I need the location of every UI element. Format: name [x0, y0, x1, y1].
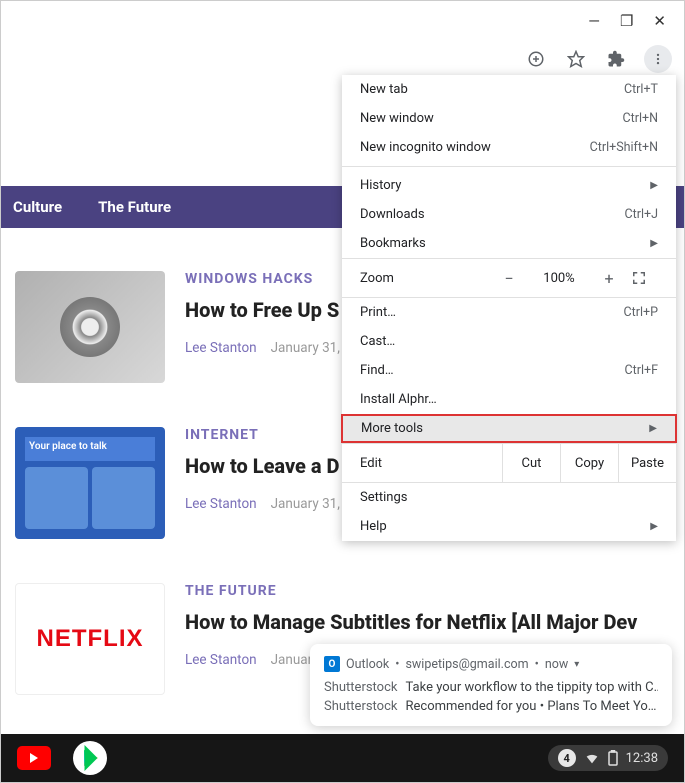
chrome-overflow-menu: New tabCtrl+T New windowCtrl+N New incog… [342, 75, 676, 541]
menu-cast[interactable]: Cast… [342, 327, 676, 356]
bookmark-star-icon[interactable] [564, 47, 588, 71]
menu-downloads[interactable]: DownloadsCtrl+J [342, 200, 676, 229]
cut-button[interactable]: Cut [502, 444, 560, 482]
notif-source: Shutterstock [324, 699, 398, 714]
fullscreen-icon[interactable] [632, 271, 676, 285]
maximize-button[interactable]: ❐ [620, 12, 633, 30]
notif-source: Shutterstock [324, 680, 398, 695]
notif-time: now [545, 657, 568, 672]
play-store-icon[interactable] [73, 741, 107, 775]
notif-email: swipetips@gmail.com [405, 657, 528, 672]
menu-more-tools[interactable]: More tools▶ [341, 414, 677, 443]
notif-message: Recommended for you • Plans To Meet Yo… [406, 699, 657, 714]
chevron-right-icon: ▶ [650, 180, 658, 191]
article-author[interactable]: Lee Stanton [185, 496, 257, 512]
copy-button[interactable]: Copy [560, 444, 618, 482]
minimize-button[interactable]: — [588, 12, 600, 30]
add-page-icon[interactable] [524, 47, 548, 71]
article-thumbnail[interactable] [15, 427, 165, 539]
chevron-down-icon[interactable]: ▾ [574, 659, 579, 670]
youtube-icon[interactable] [17, 746, 51, 770]
zoom-in-button[interactable]: + [586, 269, 632, 288]
menu-history[interactable]: History▶ [342, 171, 676, 200]
edit-label: Edit [342, 456, 502, 471]
menu-new-incognito[interactable]: New incognito windowCtrl+Shift+N [342, 133, 676, 162]
chevron-right-icon: ▶ [649, 423, 657, 434]
zoom-out-button[interactable]: − [486, 269, 532, 288]
menu-install[interactable]: Install Alphr… [342, 385, 676, 414]
menu-zoom-row: Zoom − 100% + [342, 258, 676, 298]
article-author[interactable]: Lee Stanton [185, 340, 257, 356]
menu-find[interactable]: Find…Ctrl+F [342, 356, 676, 385]
menu-edit-row: Edit Cut Copy Paste [342, 443, 676, 483]
menu-help[interactable]: Help▶ [342, 512, 676, 541]
article-date: Januar [271, 652, 313, 668]
chevron-right-icon: ▶ [650, 238, 658, 249]
article-thumbnail[interactable] [15, 271, 165, 383]
wifi-icon [584, 750, 600, 766]
nav-future[interactable]: The Future [98, 198, 171, 216]
menu-new-window[interactable]: New windowCtrl+N [342, 104, 676, 133]
battery-icon [608, 750, 618, 766]
article-category[interactable]: THE FUTURE [185, 583, 670, 599]
zoom-label: Zoom [342, 271, 486, 286]
notification-count-badge: 4 [558, 749, 576, 767]
chrome-menu-button[interactable] [644, 45, 672, 73]
notification-card[interactable]: O Outlook • swipetips@gmail.com • now ▾ … [310, 644, 672, 726]
nav-culture[interactable]: Culture [13, 198, 62, 216]
close-button[interactable]: ✕ [653, 12, 666, 30]
shelf: 4 12:38 [1, 734, 684, 782]
menu-separator [342, 166, 676, 167]
zoom-value: 100% [532, 271, 586, 286]
chevron-right-icon: ▶ [650, 521, 658, 532]
extensions-icon[interactable] [604, 47, 628, 71]
article-thumbnail[interactable] [15, 583, 165, 695]
article-title[interactable]: How to Manage Subtitles for Netflix [All… [185, 609, 670, 636]
outlook-icon: O [324, 656, 340, 672]
clock-time: 12:38 [626, 751, 658, 766]
menu-new-tab[interactable]: New tabCtrl+T [342, 75, 676, 104]
menu-bookmarks[interactable]: Bookmarks▶ [342, 229, 676, 258]
notif-app: Outlook [346, 657, 389, 672]
menu-settings[interactable]: Settings [342, 483, 676, 512]
notif-message: Take your workflow to the tippity top wi… [406, 680, 659, 695]
article-author[interactable]: Lee Stanton [185, 652, 257, 668]
menu-print[interactable]: Print…Ctrl+P [342, 298, 676, 327]
paste-button[interactable]: Paste [618, 444, 676, 482]
status-tray[interactable]: 4 12:38 [548, 745, 668, 771]
